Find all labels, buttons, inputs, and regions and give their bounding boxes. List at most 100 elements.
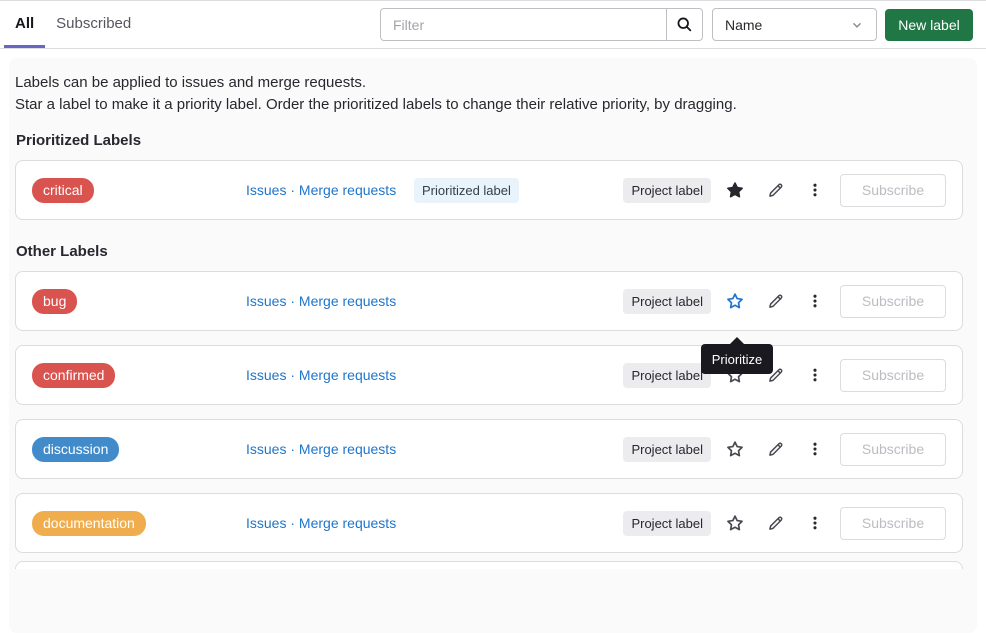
pencil-icon — [767, 182, 784, 199]
project-label-badge: Project label — [623, 437, 711, 462]
project-label-badge: Project label — [623, 511, 711, 536]
prioritized-labels-list: critical Issues · Merge requests Priorit… — [15, 160, 971, 220]
project-label-badge: Project label — [623, 178, 711, 203]
links-separator: · — [290, 367, 299, 383]
vertical-ellipsis-icon — [807, 367, 823, 383]
merge-requests-link[interactable]: Merge requests — [299, 367, 396, 383]
tooltip-arrow-icon — [730, 337, 744, 344]
tooltip-text: Prioritize — [712, 352, 763, 367]
label-row: confirmed Issues · Merge requests Projec… — [15, 345, 963, 405]
tab-subscribed-label: Subscribed — [56, 15, 131, 32]
row-actions: Project label — [623, 433, 946, 466]
label-row: discussion Issues · Merge requests Proje… — [15, 419, 963, 479]
more-actions-button[interactable] — [795, 174, 835, 206]
star-icon — [726, 514, 744, 532]
search-button[interactable] — [666, 8, 703, 41]
label-pill-cell: documentation — [32, 511, 246, 536]
label-row: documentation Issues · Merge requests Pr… — [15, 493, 963, 553]
sort-dropdown-value: Name — [725, 17, 762, 33]
other-labels-heading: Other Labels — [16, 243, 971, 260]
label-pill-cell: discussion — [32, 437, 246, 462]
subscribe-button[interactable]: Subscribe — [840, 507, 946, 540]
label-links: Issues · Merge requests — [246, 367, 414, 383]
label-pill[interactable]: discussion — [32, 437, 119, 462]
description-line-2: Star a label to make it a priority label… — [15, 94, 971, 116]
subscribe-button[interactable]: Subscribe — [840, 285, 946, 318]
label-pill-cell: critical — [32, 178, 246, 203]
more-actions-button[interactable] — [795, 507, 835, 539]
edit-label-button[interactable] — [755, 285, 795, 317]
labels-description: Labels can be applied to issues and merg… — [15, 72, 971, 116]
label-pill[interactable]: critical — [32, 178, 94, 203]
subscribe-button[interactable]: Subscribe — [840, 359, 946, 392]
project-label-badge: Project label — [623, 363, 711, 388]
tab-all[interactable]: All — [4, 1, 45, 48]
merge-requests-link[interactable]: Merge requests — [299, 515, 396, 531]
prioritize-star-button[interactable] — [715, 507, 755, 539]
label-links: Issues · Merge requests — [246, 515, 414, 531]
description-line-1: Labels can be applied to issues and merg… — [15, 72, 971, 94]
edit-label-button[interactable] — [755, 433, 795, 465]
subscribe-button[interactable]: Subscribe — [840, 174, 946, 207]
vertical-ellipsis-icon — [807, 182, 823, 198]
label-row: bug Issues · Merge requests Project labe… — [15, 271, 963, 331]
edit-label-button[interactable] — [755, 174, 795, 206]
label-pill-cell: confirmed — [32, 363, 246, 388]
merge-requests-link[interactable]: Merge requests — [299, 293, 396, 309]
vertical-ellipsis-icon — [807, 293, 823, 309]
label-links: Issues · Merge requests — [246, 293, 414, 309]
merge-requests-link[interactable]: Merge requests — [299, 441, 396, 457]
label-pill[interactable]: bug — [32, 289, 77, 314]
prioritize-star-button[interactable] — [715, 433, 755, 465]
prioritize-star-button[interactable] — [715, 285, 755, 317]
more-actions-button[interactable] — [795, 285, 835, 317]
merge-requests-link[interactable]: Merge requests — [299, 182, 396, 198]
vertical-ellipsis-icon — [807, 441, 823, 457]
row-actions: Project label — [623, 285, 946, 318]
row-actions: Project label — [623, 507, 946, 540]
tab-all-label: All — [15, 15, 34, 32]
links-separator: · — [290, 182, 299, 198]
label-pill-cell: bug — [32, 289, 246, 314]
labels-header-bar: All Subscribed Name New — [0, 0, 986, 49]
prioritized-label-badge: Prioritized label — [414, 178, 519, 203]
label-links: Issues · Merge requests — [246, 182, 414, 198]
labels-toolbar: Name New label — [380, 1, 973, 48]
links-separator: · — [290, 515, 299, 531]
subscribe-button[interactable]: Subscribe — [840, 433, 946, 466]
prioritized-labels-heading: Prioritized Labels — [16, 132, 971, 149]
labels-container: Labels can be applied to issues and merg… — [9, 58, 977, 633]
label-links: Issues · Merge requests — [246, 441, 414, 457]
issues-link[interactable]: Issues — [246, 182, 286, 198]
more-actions-button[interactable] — [795, 433, 835, 465]
other-labels-list: bug Issues · Merge requests Project labe… — [15, 271, 971, 569]
label-row-partial — [15, 561, 963, 569]
star-icon — [726, 440, 744, 458]
pencil-icon — [767, 441, 784, 458]
label-row: critical Issues · Merge requests Priorit… — [15, 160, 963, 220]
new-label-button[interactable]: New label — [885, 9, 973, 41]
search-icon — [676, 16, 693, 33]
vertical-ellipsis-icon — [807, 515, 823, 531]
pencil-icon — [767, 515, 784, 532]
chevron-down-icon — [850, 18, 864, 32]
row-actions: Project label — [623, 174, 946, 207]
issues-link[interactable]: Issues — [246, 515, 286, 531]
filter-group — [380, 8, 703, 41]
filter-input[interactable] — [380, 8, 667, 41]
pencil-icon — [767, 293, 784, 310]
issues-link[interactable]: Issues — [246, 441, 286, 457]
label-pill[interactable]: confirmed — [32, 363, 115, 388]
prioritize-tooltip: Prioritize — [701, 344, 773, 374]
star-icon — [726, 181, 744, 199]
issues-link[interactable]: Issues — [246, 367, 286, 383]
more-actions-button[interactable] — [795, 359, 835, 391]
links-separator: · — [290, 293, 299, 309]
tab-subscribed[interactable]: Subscribed — [45, 1, 142, 48]
label-pill[interactable]: documentation — [32, 511, 146, 536]
prioritize-star-button[interactable] — [715, 174, 755, 206]
edit-label-button[interactable] — [755, 507, 795, 539]
row-actions: Project label — [623, 359, 946, 392]
sort-dropdown[interactable]: Name — [712, 8, 877, 41]
issues-link[interactable]: Issues — [246, 293, 286, 309]
